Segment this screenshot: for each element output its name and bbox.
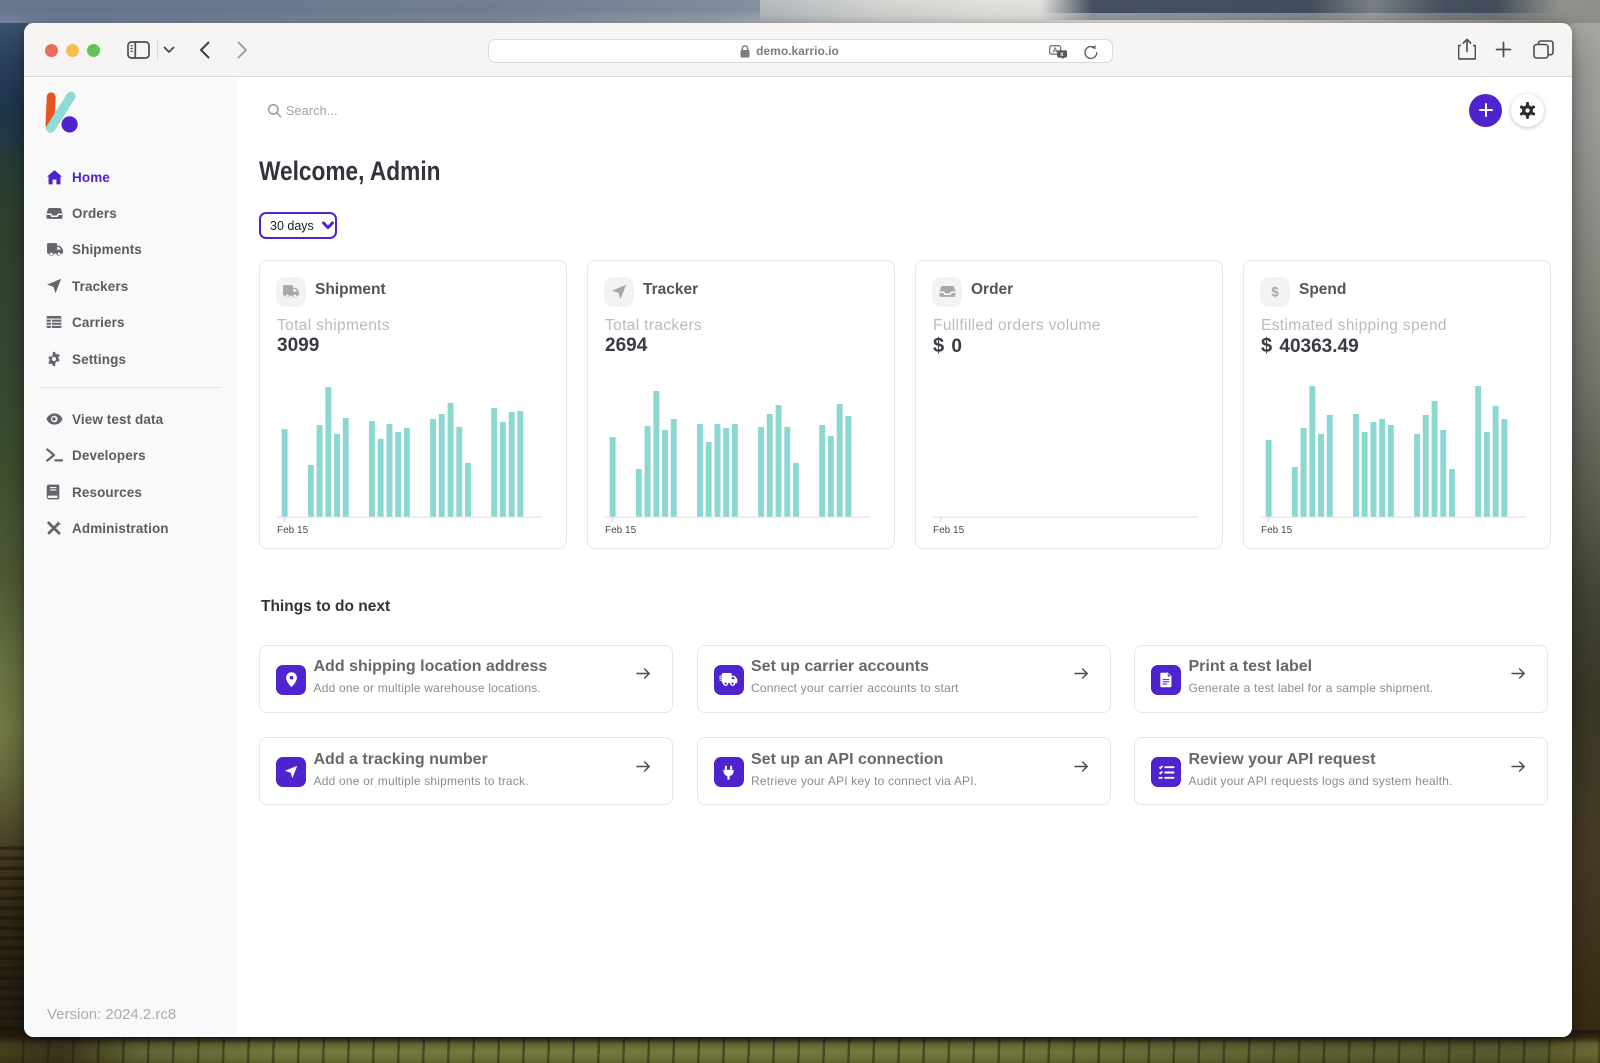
svg-text:$: $ — [1271, 284, 1279, 299]
svg-text:A: A — [1053, 47, 1058, 54]
